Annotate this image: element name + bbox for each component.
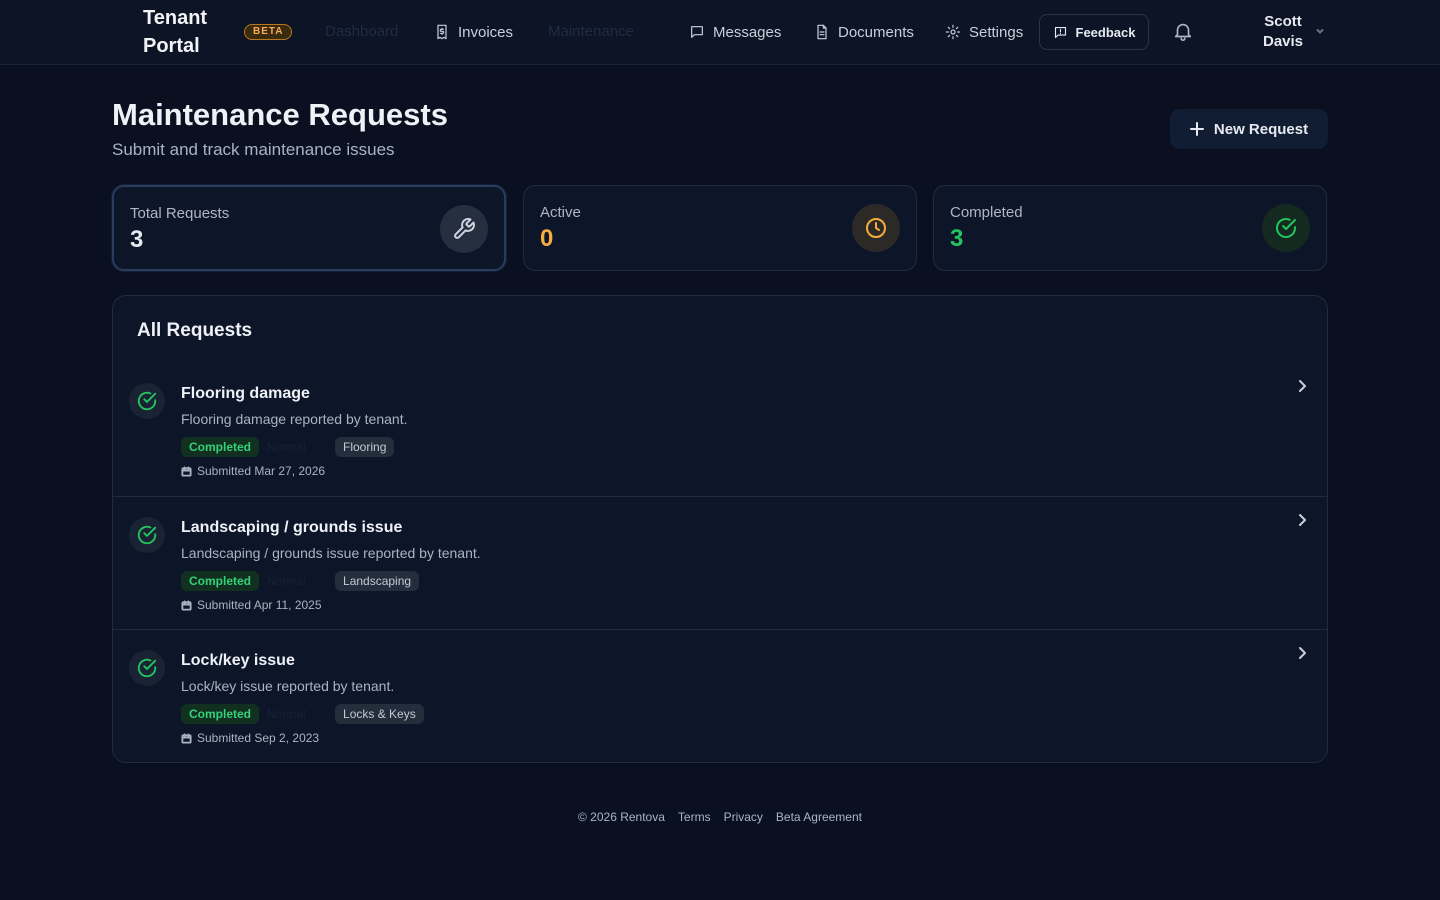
chevron-right-icon[interactable] [1295, 379, 1309, 393]
wrench-icon [454, 218, 475, 239]
invoice-icon [437, 24, 447, 40]
nav-item-label: Invoices [458, 23, 514, 41]
completed-status-icon [129, 517, 165, 553]
beta-badge: BETA [244, 24, 293, 40]
stat-label: Total Requests [130, 205, 230, 222]
page-subtitle: Submit and track maintenance issues [112, 140, 395, 159]
calendar-icon [181, 465, 192, 477]
request-title: Flooring damage [181, 385, 310, 402]
brand-title[interactable]: Tenant Portal [143, 4, 233, 60]
category-badge: Flooring [335, 437, 395, 457]
nav-item-label: Settings [969, 23, 1024, 41]
submitted-date: Submitted Mar 27, 2026 [181, 463, 325, 479]
priority-badge-faded: Normal [267, 440, 306, 454]
nav-item-documents[interactable]: Documents [814, 21, 914, 43]
stat-card-total-requests[interactable]: Total Requests 3 [112, 185, 506, 271]
bell-icon [1174, 23, 1192, 41]
page-title: Maintenance Requests [112, 97, 448, 132]
footer: © 2026 Rentova Terms Privacy Beta Agreem… [0, 810, 1440, 828]
feedback-button[interactable]: Feedback [1039, 14, 1149, 50]
stat-value: 0 [540, 225, 554, 252]
request-description: Flooring damage reported by tenant. [181, 411, 408, 427]
plus-icon [1189, 122, 1204, 136]
footer-link-beta-agreement[interactable]: Beta Agreement [776, 810, 862, 828]
stat-icon-container [852, 204, 900, 252]
chevron-down-icon [1316, 28, 1324, 34]
check-circle-icon [137, 658, 157, 678]
stat-label: Completed [950, 204, 1023, 221]
request-title: Lock/key issue [181, 652, 295, 669]
feedback-button-label: Feedback [1075, 24, 1136, 40]
nav-item-label: Messages [713, 23, 782, 41]
nav-item-maintenance-faded[interactable]: Maintenance [548, 22, 634, 42]
chevron-right-icon[interactable] [1295, 646, 1309, 660]
footer-link-privacy[interactable]: Privacy [724, 810, 763, 828]
priority-badge-faded: Normal [267, 574, 306, 588]
request-description: Landscaping / grounds issue reported by … [181, 545, 481, 561]
submitted-date: Submitted Apr 11, 2025 [181, 597, 322, 613]
new-request-label: New Request [1213, 120, 1309, 138]
stat-value: 3 [950, 225, 964, 252]
message-icon [691, 26, 703, 38]
status-badge: Completed [181, 437, 260, 457]
status-badge: Completed [181, 571, 260, 591]
document-icon [817, 24, 827, 40]
footer-link-terms[interactable]: Terms [678, 810, 711, 828]
stat-icon-container [1262, 204, 1310, 252]
gear-icon [945, 24, 961, 40]
nav-item-dashboard-faded[interactable]: Dashboard [325, 22, 398, 42]
request-badges: Completed Normal Landscaping [181, 571, 420, 591]
user-menu[interactable]: Scott Davis [1250, 12, 1330, 52]
request-row[interactable]: Landscaping / grounds issue Landscaping … [113, 496, 1327, 629]
submitted-date-text: Submitted Apr 11, 2025 [197, 598, 322, 612]
stat-value: 3 [130, 226, 144, 253]
request-badges: Completed Normal Locks & Keys [181, 704, 424, 724]
submitted-date-text: Submitted Mar 27, 2026 [197, 464, 326, 478]
nav-item-settings[interactable]: Settings [945, 21, 1023, 43]
calendar-icon [181, 599, 192, 611]
all-requests-panel: All Requests Flooring damage Flooring da… [112, 295, 1328, 763]
stat-card-active[interactable]: Active 0 [523, 185, 917, 271]
user-name: Scott Davis [1262, 13, 1304, 50]
stat-icon-container [440, 205, 488, 253]
completed-status-icon [129, 650, 165, 686]
panel-title: All Requests [137, 320, 253, 341]
clock-icon [866, 218, 886, 238]
category-badge: Locks & Keys [335, 704, 424, 724]
status-badge: Completed [181, 704, 260, 724]
submitted-date: Submitted Sep 2, 2023 [181, 730, 319, 746]
top-navigation-bar: Tenant Portal BETA Dashboard Invoices Ma… [0, 0, 1440, 65]
stat-card-completed[interactable]: Completed 3 [933, 185, 1327, 271]
stat-label: Active [540, 204, 581, 221]
nav-item-invoices[interactable]: Invoices [434, 21, 513, 43]
check-circle-icon [1276, 218, 1296, 238]
check-circle-icon [137, 391, 157, 411]
request-description: Lock/key issue reported by tenant. [181, 678, 395, 694]
request-row[interactable]: Lock/key issue Lock/key issue reported b… [113, 629, 1327, 762]
priority-badge-faded: Normal [267, 707, 306, 721]
new-request-button[interactable]: New Request [1170, 109, 1328, 149]
feedback-icon [1054, 26, 1066, 38]
request-title: Landscaping / grounds issue [181, 519, 403, 536]
request-row[interactable]: Flooring damage Flooring damage reported… [113, 363, 1327, 496]
request-badges: Completed Normal Flooring [181, 437, 395, 457]
notifications-button[interactable] [1172, 20, 1194, 44]
check-circle-icon [137, 525, 157, 545]
calendar-icon [181, 732, 192, 744]
submitted-date-text: Submitted Sep 2, 2023 [197, 731, 320, 745]
chevron-right-icon[interactable] [1295, 513, 1309, 527]
completed-status-icon [129, 383, 165, 419]
nav-item-label: Documents [838, 23, 914, 41]
nav-item-messages[interactable]: Messages [689, 21, 781, 43]
category-badge: Landscaping [335, 571, 420, 591]
copyright: © 2026 Rentova [578, 810, 665, 824]
